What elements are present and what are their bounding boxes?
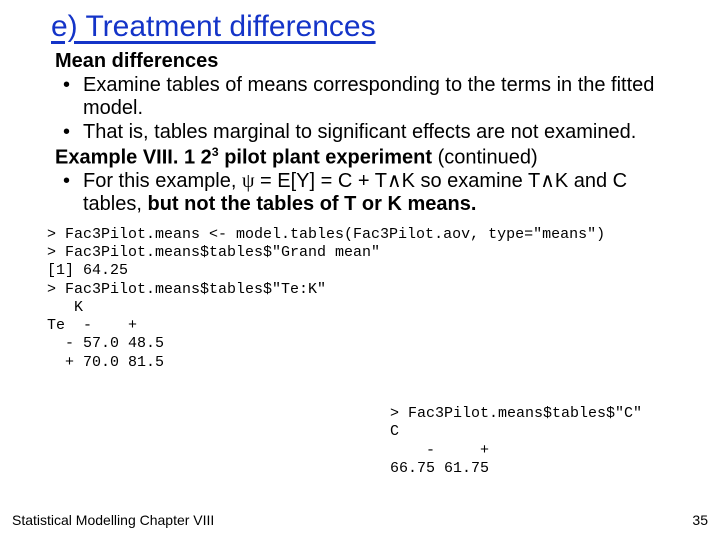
text-fragment: = E[Y] = C + T: [254, 170, 386, 192]
section-heading: e) Treatment differences: [51, 10, 680, 44]
text-fragment: For this example,: [83, 170, 242, 192]
subheading: Mean differences: [55, 50, 680, 73]
text-fragment: K so examine T: [402, 170, 541, 192]
bold-text: but not the tables of T or K means.: [147, 193, 476, 215]
footer-chapter: Statistical Modelling Chapter VIII: [12, 512, 214, 528]
list-item: Examine tables of means corresponding to…: [55, 74, 680, 120]
wedge-symbol: ∧: [387, 170, 402, 192]
page-number: 35: [692, 512, 708, 528]
example-suffix: pilot plant experiment: [219, 147, 432, 169]
psi-symbol: ψ: [242, 170, 255, 192]
example-label: Example VIII. 1 2: [55, 147, 212, 169]
wedge-symbol: ∧: [540, 170, 555, 192]
bullet-list: Examine tables of means corresponding to…: [55, 74, 680, 144]
list-item: That is, tables marginal to significant …: [55, 121, 680, 144]
bullet-list-2: For this example, ψ = E[Y] = C + T∧K so …: [55, 170, 680, 216]
code-output-right: > Fac3Pilot.means$tables$"C" C - + 66.75…: [390, 405, 642, 478]
example-superscript: 3: [212, 145, 219, 159]
example-continued: (continued): [432, 147, 538, 169]
example-title: Example VIII. 1 23 pilot plant experimen…: [55, 145, 680, 170]
code-output-left: > Fac3Pilot.means <- model.tables(Fac3Pi…: [47, 226, 680, 372]
list-item: For this example, ψ = E[Y] = C + T∧K so …: [55, 170, 680, 216]
